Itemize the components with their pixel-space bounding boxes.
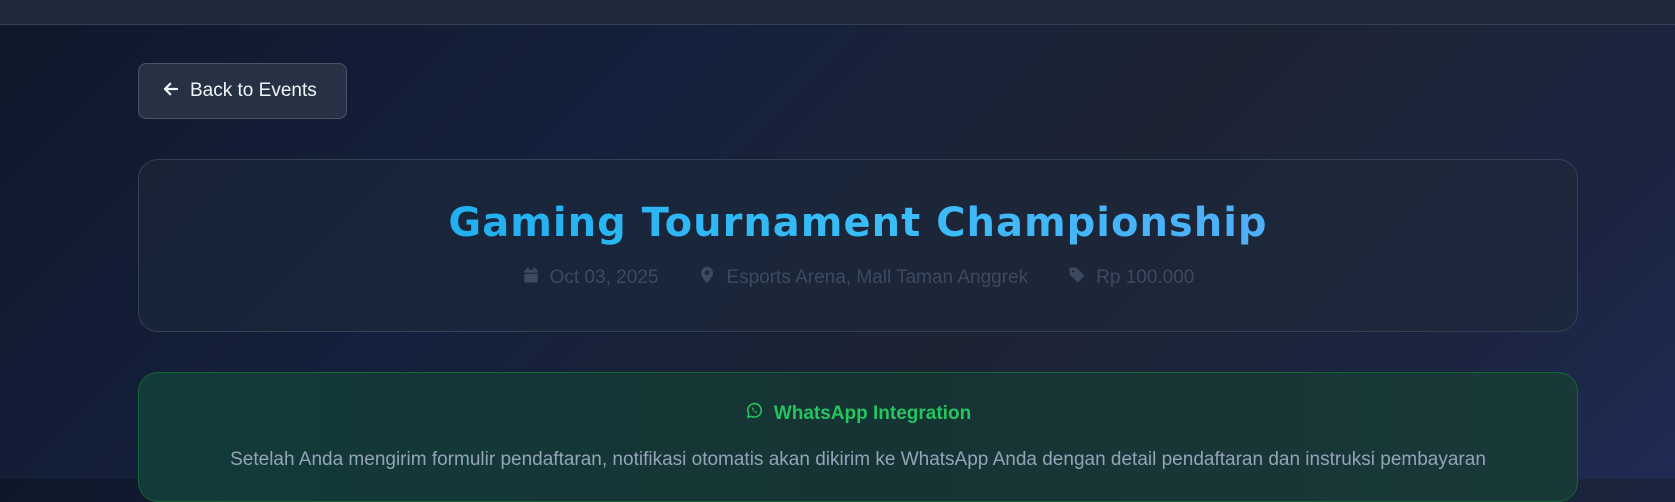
back-button-label: Back to Events — [190, 80, 317, 101]
event-date-text: Oct 03, 2025 — [549, 267, 659, 288]
calendar-icon — [522, 266, 540, 290]
map-pin-icon — [698, 266, 716, 290]
whatsapp-info-card: WhatsApp Integration Setelah Anda mengir… — [138, 372, 1578, 502]
event-location: Esports Arena, Mall Taman Anggrek — [698, 266, 1028, 290]
top-navbar — [0, 0, 1675, 25]
whatsapp-title: WhatsApp Integration — [773, 402, 972, 424]
event-header-card: Gaming Tournament Championship Oct 03, 2… — [138, 159, 1578, 332]
arrow-left-icon — [162, 80, 180, 102]
whatsapp-header: WhatsApp Integration — [139, 401, 1577, 426]
event-meta: Oct 03, 2025 Esports Arena, Mall Taman A… — [139, 266, 1577, 290]
event-date: Oct 03, 2025 — [522, 266, 659, 290]
event-price-text: Rp 100.000 — [1096, 267, 1195, 288]
event-location-text: Esports Arena, Mall Taman Anggrek — [726, 267, 1029, 288]
tag-icon — [1068, 266, 1086, 290]
event-title: Gaming Tournament Championship — [139, 200, 1577, 246]
event-price: Rp 100.000 — [1068, 266, 1194, 290]
whatsapp-icon — [745, 401, 764, 426]
back-to-events-button[interactable]: Back to Events — [138, 63, 347, 119]
whatsapp-description: Setelah Anda mengirim formulir pendaftar… — [230, 449, 1486, 470]
